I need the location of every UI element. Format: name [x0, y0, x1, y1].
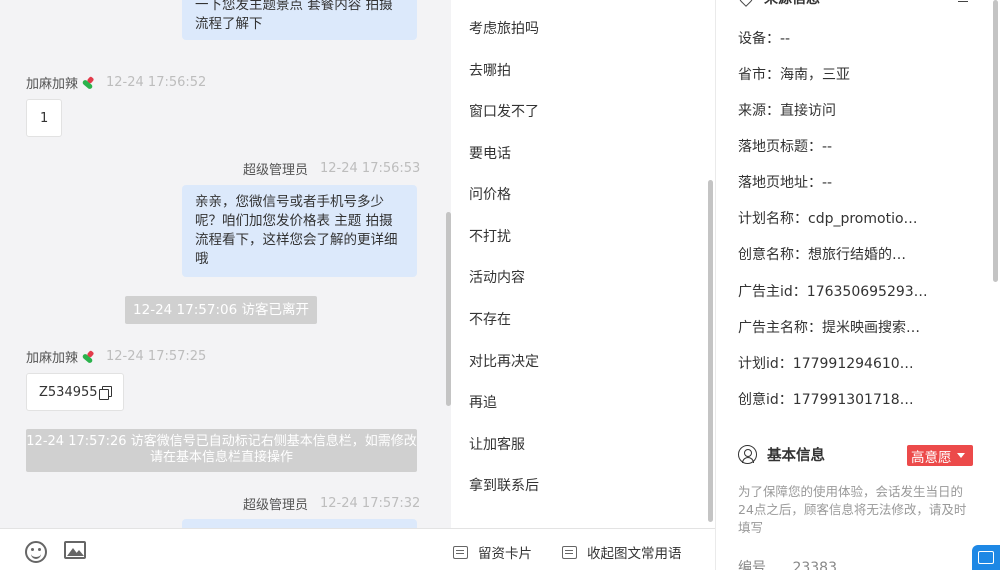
system-notice: 12-24 17:57:06 访客已离开 — [125, 296, 317, 324]
sender-name: 超级管理员 — [243, 163, 309, 178]
emoji-icon[interactable] — [25, 541, 47, 563]
message-meta: 加麻加辣 12-24 17:56:52 — [26, 73, 206, 92]
message-time: 12-24 17:56:52 — [106, 75, 207, 90]
edit-icon[interactable] — [958, 0, 968, 2]
phrases-scrollbar[interactable] — [708, 180, 713, 522]
phrase-item[interactable]: 拿到联系后 — [469, 475, 539, 495]
info-row-landing-title: 落地页标题：-- — [738, 139, 833, 155]
image-icon[interactable] — [64, 541, 86, 559]
phrase-item[interactable]: 窗口发不了 — [469, 101, 539, 121]
lead-card-button[interactable]: 留资卡片 — [453, 542, 532, 562]
message-bubble-out — [182, 519, 417, 528]
phrase-item[interactable]: 不打扰 — [469, 226, 511, 246]
phrase-item[interactable]: 考虑旅拍吗 — [469, 18, 539, 38]
phrase-item[interactable]: 活动内容 — [469, 267, 525, 287]
info-row-id: 编号 23383 — [738, 560, 837, 570]
intent-dropdown[interactable]: 高意愿 — [907, 445, 973, 466]
phrase-item[interactable]: 让加客服 — [469, 434, 525, 454]
info-row-device: 设备：-- — [738, 31, 791, 47]
message-time: 12-24 17:57:25 — [106, 349, 207, 364]
chat-panel: 一下您发主题景点 套餐内容 拍摄流程了解下 加麻加辣 12-24 17:56:5… — [0, 0, 451, 528]
basic-info-title: 基本信息 — [738, 444, 825, 465]
message-bubble-in: 1 — [26, 99, 63, 137]
info-row-advertiser-name: 广告主名称：提米映画搜索… — [738, 320, 920, 336]
info-row-advertiser-id: 广告主id：176350695293… — [738, 284, 928, 300]
sender-name: 加麻加辣 — [26, 351, 79, 366]
quick-phrases-panel: 考虑旅拍吗 去哪拍 窗口发不了 要电话 问价格 不打扰 活动内容 不存在 对比再… — [451, 0, 715, 528]
info-row-source: 来源：直接访问 — [738, 103, 836, 119]
user-icon — [738, 445, 757, 464]
chat-widget-icon[interactable] — [972, 545, 1000, 570]
message-meta: 超级管理员 12-24 17:57:32 — [243, 494, 420, 513]
copy-icon[interactable] — [98, 386, 112, 400]
message-bubble-out: 一下您发主题景点 套餐内容 拍摄流程了解下 — [182, 0, 417, 40]
location-icon — [736, 0, 756, 7]
phrase-item[interactable]: 不存在 — [469, 309, 511, 329]
phrase-item[interactable]: 去哪拍 — [469, 60, 511, 80]
info-scrollbar[interactable] — [993, 0, 998, 282]
info-row-creative-name: 创意名称：想旅行结婚的… — [738, 247, 906, 263]
info-row-creative-id: 创意id：177991301718… — [738, 392, 914, 408]
pepper-icon — [80, 350, 94, 364]
message-time: 12-24 17:56:53 — [320, 161, 421, 176]
info-row-plan-name: 计划名称：cdp_promotio… — [738, 211, 918, 227]
phrase-item[interactable]: 对比再决定 — [469, 351, 539, 371]
phrase-item[interactable]: 要电话 — [469, 143, 511, 163]
message-meta: 超级管理员 12-24 17:56:53 — [243, 159, 420, 178]
message-bubble-in: Z534955 — [26, 373, 124, 411]
phrase-item[interactable]: 再追 — [469, 392, 497, 412]
info-row-landing-url: 落地页地址：-- — [738, 175, 833, 191]
system-notice: 12-24 17:57:26 访客微信号已自动标记右侧基本信息栏，如需修改请在基… — [26, 429, 417, 472]
message-time: 12-24 17:57:32 — [320, 496, 421, 511]
phrase-item[interactable]: 问价格 — [469, 184, 511, 204]
edit-notice: 为了保障您的使用体验，会话发生当日的24点之后，顾客信息将无法修改，请及时填写 — [738, 484, 967, 535]
message-meta: 加麻加辣 12-24 17:57:25 — [26, 347, 206, 366]
pepper-icon — [80, 76, 94, 90]
card-icon — [453, 545, 468, 559]
info-row-plan-id: 计划id：177991294610… — [738, 356, 914, 372]
message-icon — [562, 545, 577, 559]
source-info-title: 来源信息 — [764, 0, 820, 8]
sender-name: 加麻加辣 — [26, 77, 79, 92]
info-row-region: 省市：海南，三亚 — [738, 67, 850, 83]
sender-name: 超级管理员 — [243, 498, 309, 513]
collapse-phrases-button[interactable]: 收起图文常用语 — [562, 542, 682, 562]
visitor-info-panel: 来源信息 设备：-- 省市：海南，三亚 来源：直接访问 落地页标题：-- 落地页… — [715, 0, 1000, 570]
input-toolbar: 留资卡片 收起图文常用语 — [0, 528, 715, 570]
message-bubble-out: 亲亲，您微信号或者手机号多少呢？咱们加您发价格表 主题 拍摄流程看下，这样您会了… — [182, 185, 417, 277]
